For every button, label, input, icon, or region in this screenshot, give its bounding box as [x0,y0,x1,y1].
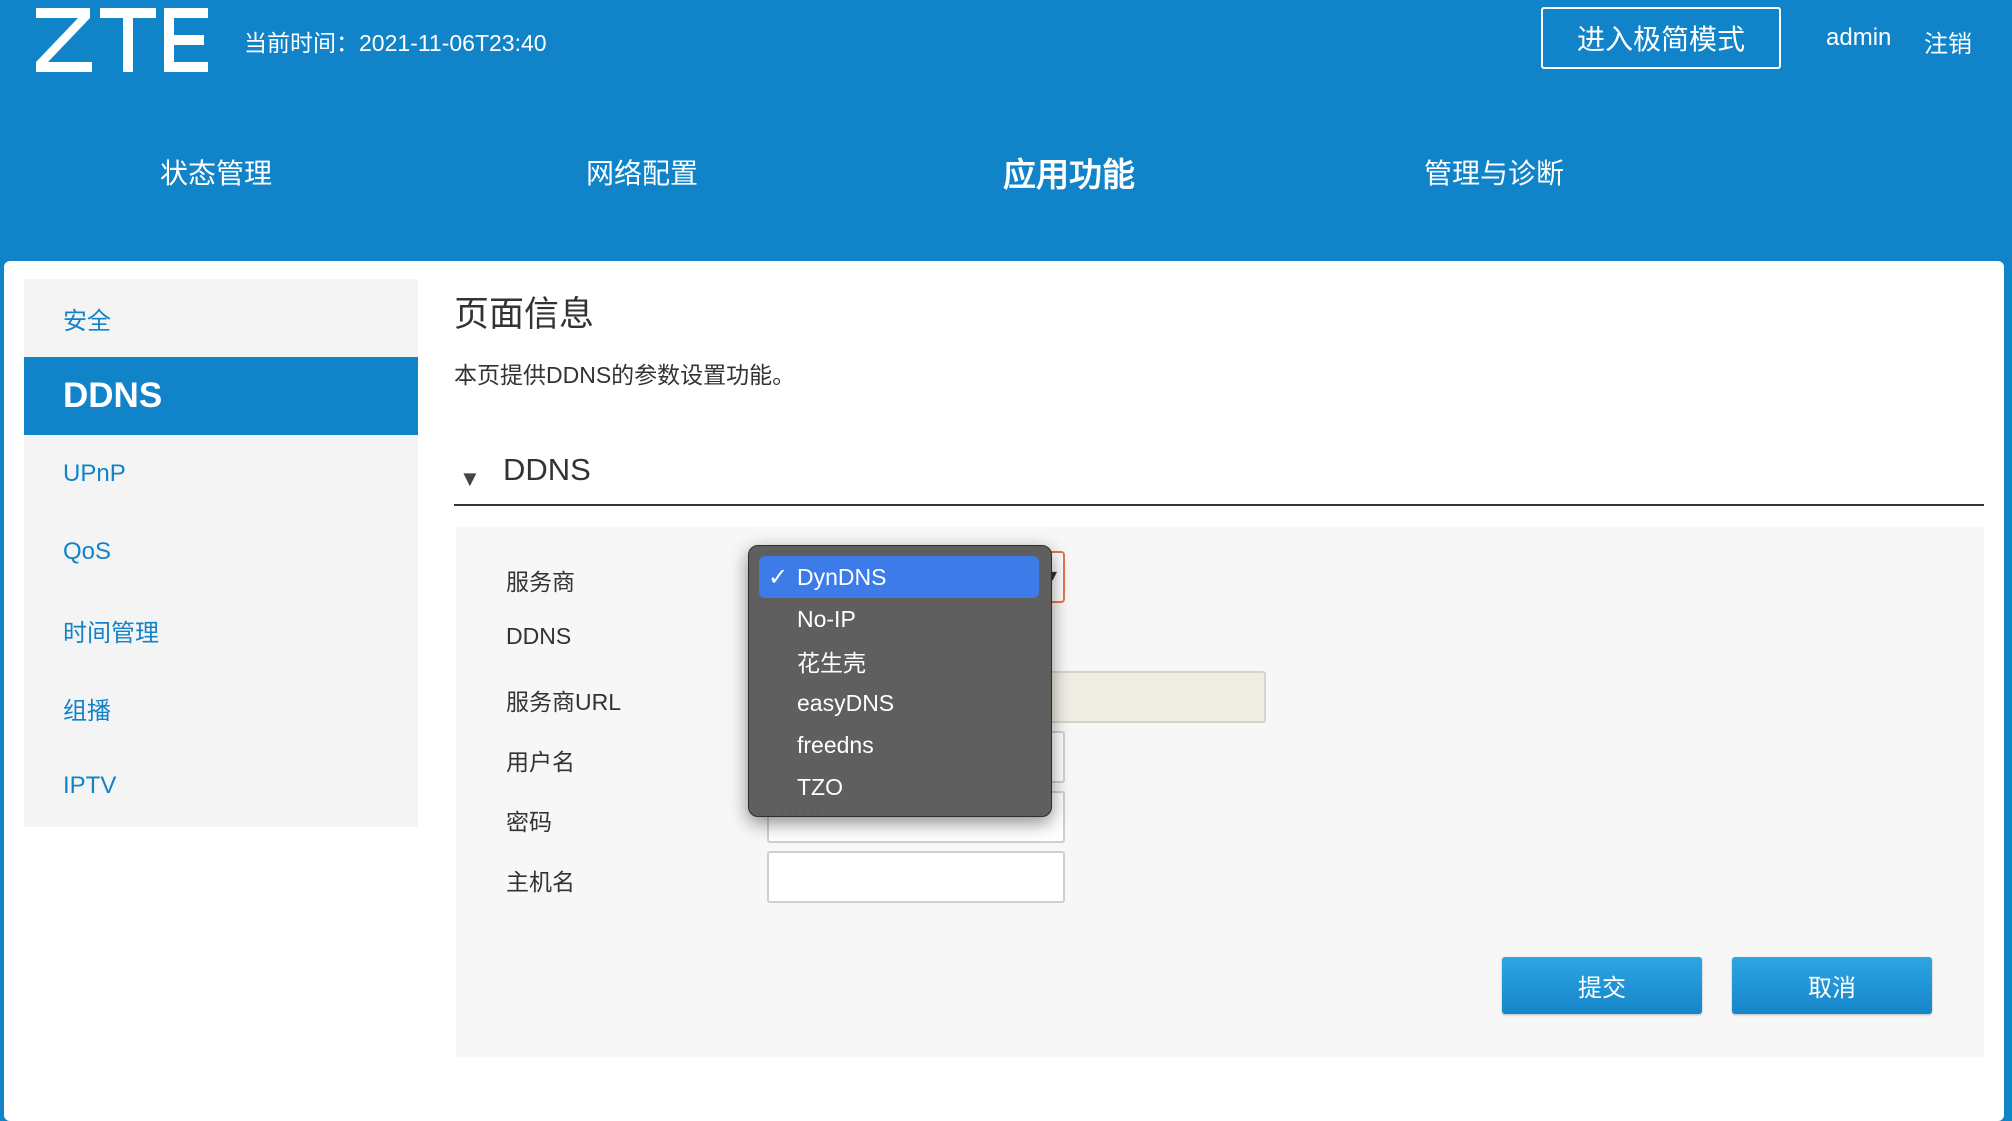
nav-status-management[interactable]: 状态管理 [160,152,272,192]
sidebar: 安全 DDNS UPnP QoS 时间管理 组播 IPTV [24,279,418,827]
section-title[interactable]: DDNS [503,452,591,488]
username-label: 用户名 [506,743,575,777]
sidebar-item-time-management[interactable]: 时间管理 [24,591,418,669]
dropdown-option-oray[interactable]: 花生壳 [759,640,1039,682]
sidebar-item-iptv[interactable]: IPTV [24,747,418,825]
dropdown-option-easydns[interactable]: easyDNS [759,682,1039,724]
page-title: 页面信息 [454,286,594,337]
sidebar-item-security[interactable]: 安全 [24,279,418,357]
dropdown-option-label: No-IP [797,606,856,633]
dropdown-option-no-ip[interactable]: No-IP [759,598,1039,640]
checkmark-icon: ✓ [768,563,788,592]
page-description: 本页提供DDNS的参数设置功能。 [454,356,795,390]
dropdown-option-tzo[interactable]: TZO [759,766,1039,808]
submit-button[interactable]: 提交 [1502,957,1702,1014]
current-time: 当前时间：2021-11-06T23:40 [244,24,547,58]
sidebar-item-ddns[interactable]: DDNS [24,357,418,435]
nav-application[interactable]: 应用功能 [1003,148,1135,196]
provider-dropdown-menu: ✓ DynDNS No-IP 花生壳 easyDNS freedns TZO [748,545,1052,817]
triangle-down-icon[interactable]: ▼ [459,466,481,492]
dropdown-option-freedns[interactable]: freedns [759,724,1039,766]
zte-logo [30,0,210,75]
provider-label: 服务商 [506,563,575,597]
sidebar-item-multicast[interactable]: 组播 [24,669,418,747]
dropdown-option-dyndns[interactable]: ✓ DynDNS [759,556,1039,598]
hostname-field[interactable] [767,851,1065,903]
sidebar-item-upnp[interactable]: UPnP [24,435,418,513]
dropdown-option-label: easyDNS [797,690,894,717]
password-label: 密码 [506,803,552,837]
logout-link[interactable]: 注销 [1924,24,1972,59]
hostname-label: 主机名 [506,863,575,897]
dropdown-option-label: DynDNS [797,564,886,591]
provider-url-label: 服务商URL [506,683,621,717]
nav-network-config[interactable]: 网络配置 [586,152,698,192]
dropdown-option-label: freedns [797,732,874,759]
username-link[interactable]: admin [1826,24,1891,52]
dropdown-option-label: TZO [797,774,843,801]
ddns-label: DDNS [506,623,571,650]
cancel-button[interactable]: 取消 [1732,957,1932,1014]
section-divider [454,504,1984,506]
dropdown-option-label: 花生壳 [797,644,866,678]
simple-mode-button[interactable]: 进入极简模式 [1541,7,1781,69]
nav-management-diagnosis[interactable]: 管理与诊断 [1424,152,1564,192]
sidebar-item-qos[interactable]: QoS [24,513,418,591]
